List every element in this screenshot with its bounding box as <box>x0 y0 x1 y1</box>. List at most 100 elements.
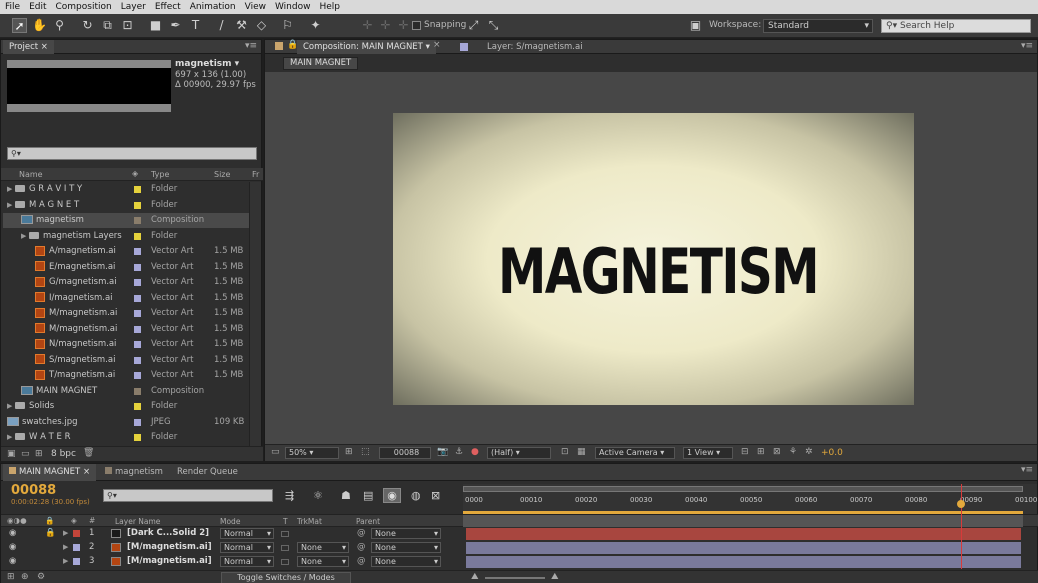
parent-dropdown[interactable]: None ▾ <box>371 528 441 539</box>
av-features-icon[interactable]: ◉◑● <box>7 516 27 525</box>
snap-to-edges-icon[interactable]: ⤢ <box>466 18 481 33</box>
draft-3d-icon[interactable]: ⚛ <box>313 489 323 502</box>
menu-effect[interactable]: Effect <box>155 2 181 12</box>
column-mode[interactable]: Mode <box>220 517 240 526</box>
expand-triangle-icon[interactable]: ▶ <box>7 182 15 197</box>
hide-shy-layers-icon[interactable]: ☗ <box>341 489 351 502</box>
composition-canvas[interactable]: MAGNETISM <box>393 113 914 405</box>
bpc-button[interactable]: 8 bpc <box>51 449 76 459</box>
preserve-transparency-checkbox[interactable] <box>281 559 289 565</box>
menu-animation[interactable]: Animation <box>190 2 236 12</box>
current-time-indicator[interactable] <box>961 484 962 569</box>
label-column-icon[interactable]: ◈ <box>71 516 77 525</box>
project-scrollbar[interactable] <box>249 182 261 446</box>
label-color-swatch[interactable] <box>134 341 141 348</box>
label-color-swatch[interactable] <box>134 294 141 302</box>
project-item[interactable]: MAIN MAGNET Composition <box>3 384 261 399</box>
timeline-layer-row[interactable]: ◉ ▶ 2 [M/magnetism.ai] Normal ▾ None ▾ @ None ▾ <box>1 541 1038 554</box>
expand-triangle-icon[interactable]: ▶ <box>7 399 15 414</box>
layer-duration-bar[interactable] <box>466 556 1021 568</box>
project-item[interactable]: S/magnetism.ai Vector Art 1.5 MB <box>3 353 261 368</box>
comp-flowchart-tab[interactable]: MAIN MAGNET <box>283 57 359 70</box>
fast-previews-icon[interactable]: ⊞ <box>757 447 765 457</box>
brainstorm-icon[interactable]: ⊠ <box>431 489 440 502</box>
layer-name[interactable]: [Dark C...Solid 2] <box>127 527 209 540</box>
project-item[interactable]: T/magnetism.ai Vector Art 1.5 MB <box>3 368 261 383</box>
transparency-grid-icon[interactable]: ▦ <box>577 447 586 457</box>
project-item[interactable]: ▶ W A T E R Folder <box>3 430 261 445</box>
workspace-dropdown[interactable]: Standard ▾ <box>763 19 873 33</box>
menu-composition[interactable]: Composition <box>56 2 112 12</box>
timeline-icon[interactable]: ⊠ <box>773 447 781 457</box>
expand-triangle-icon[interactable]: ▶ <box>7 430 15 445</box>
work-area-bar[interactable] <box>463 486 1023 492</box>
axis-view-icon[interactable]: ✛ <box>396 18 411 33</box>
layer-name[interactable]: [M/magnetism.ai] <box>127 555 212 568</box>
close-icon[interactable]: × <box>83 467 90 477</box>
mask-visibility-icon[interactable]: ⬚ <box>361 447 370 457</box>
project-item[interactable]: M/magnetism.ai Vector Art 1.5 MB <box>3 322 261 337</box>
column-layer-name[interactable]: Layer Name <box>115 517 160 526</box>
project-item[interactable]: ▶ Solids Folder <box>3 399 261 414</box>
current-time-field[interactable]: 00088 <box>379 447 431 459</box>
always-preview-icon[interactable]: ▭ <box>271 447 280 457</box>
camera-dropdown[interactable]: Active Camera ▾ <box>595 447 675 459</box>
project-item[interactable]: magnetism Composition <box>3 213 261 228</box>
brush-tool-icon[interactable]: / <box>214 18 229 33</box>
interpret-footage-icon[interactable]: ▣ <box>7 449 16 459</box>
tab-timeline-magnetism[interactable]: magnetism <box>99 464 169 481</box>
trash-icon[interactable]: 🗑 <box>83 448 94 458</box>
close-icon[interactable]: × <box>433 40 441 50</box>
column-type[interactable]: Type <box>151 170 169 179</box>
playhead-handle-icon[interactable] <box>957 500 965 508</box>
project-item[interactable]: E/magnetism.ai Vector Art 1.5 MB <box>3 260 261 275</box>
column-fr[interactable]: Fr <box>252 170 259 179</box>
parent-dropdown[interactable]: None ▾ <box>371 556 441 567</box>
preview-item-name[interactable]: magnetism ▾ <box>175 59 239 69</box>
panel-menu-icon[interactable]: ▾≡ <box>1021 465 1033 475</box>
layer-duration-bar[interactable] <box>466 528 1021 540</box>
expand-transfer-controls-icon[interactable]: ⊕ <box>21 572 29 582</box>
search-help-field[interactable]: ⚲▾ Search Help <box>881 19 1031 33</box>
label-color-swatch[interactable] <box>134 387 141 395</box>
rectangle-tool-icon[interactable]: ■ <box>148 18 163 33</box>
label-color-swatch[interactable] <box>134 434 141 441</box>
label-column-icon[interactable]: ◈ <box>132 169 138 178</box>
resolution-dropdown[interactable]: (Half) ▾ <box>487 447 551 459</box>
exposure-reset-icon[interactable]: ✲ <box>805 447 813 457</box>
column-size[interactable]: Size <box>214 170 230 179</box>
project-search-input[interactable]: ⚲▾ <box>7 147 257 160</box>
zoom-tool-icon[interactable]: ⚲ <box>52 18 67 33</box>
blend-mode-dropdown[interactable]: Normal ▾ <box>220 542 274 553</box>
project-item[interactable]: ▶ M A G N E T Folder <box>3 198 261 213</box>
label-color-swatch[interactable] <box>134 279 141 286</box>
menu-view[interactable]: View <box>245 2 266 12</box>
timeline-current-time[interactable]: 00088 <box>11 483 56 498</box>
snapshot-camera-icon[interactable]: 📷 <box>437 447 448 457</box>
menu-file[interactable]: File <box>5 2 20 12</box>
tab-timeline-main-magnet[interactable]: MAIN MAGNET × <box>3 464 97 481</box>
timeline-search-input[interactable]: ⚲▾ <box>103 489 273 502</box>
label-color-swatch[interactable] <box>134 325 141 333</box>
axis-world-icon[interactable]: ✛ <box>378 18 393 33</box>
composition-mini-flowchart-icon[interactable]: ⇶ <box>285 489 294 502</box>
pick-whip-icon[interactable]: @ <box>357 555 366 568</box>
expand-layer-switches-icon[interactable]: ⊞ <box>7 572 15 582</box>
zoom-out-mountain-icon[interactable]: ⛰ <box>471 572 479 582</box>
pick-whip-icon[interactable]: @ <box>357 527 366 540</box>
column-t[interactable]: T <box>283 517 288 526</box>
track-matte-dropdown[interactable]: None ▾ <box>297 556 349 567</box>
label-color-swatch[interactable] <box>134 403 141 410</box>
grid-icon[interactable]: ⊞ <box>345 447 353 457</box>
axis-local-icon[interactable]: ✛ <box>360 18 375 33</box>
timeline-layer-row[interactable]: ◉ 🔒 ▶ 1 [Dark C...Solid 2] Normal ▾ @ None ▾ <box>1 527 1038 540</box>
rotate-tool-icon[interactable]: ↻ <box>80 18 95 33</box>
layer-label-swatch[interactable] <box>73 558 80 565</box>
show-snapshot-icon[interactable]: ⚓ <box>455 447 463 457</box>
layer-label-swatch[interactable] <box>73 544 80 551</box>
label-color-swatch[interactable] <box>134 418 141 426</box>
camera-tool-icon[interactable]: ⧉ <box>100 18 115 33</box>
column-trkmat[interactable]: TrkMat <box>297 517 322 526</box>
channel-rgb-icon[interactable]: ● <box>471 447 479 457</box>
expand-triangle-icon[interactable]: ▶ <box>63 527 68 540</box>
